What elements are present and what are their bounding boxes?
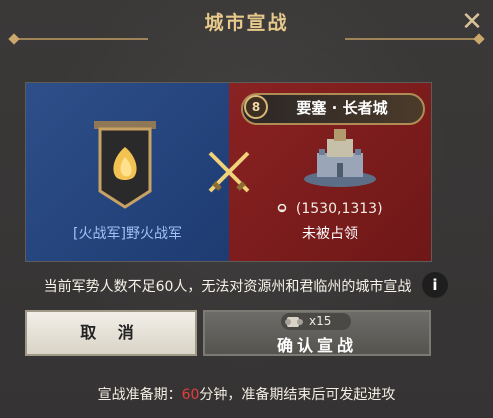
cost-pill: x15 [281,313,351,330]
battle-matchup: [火战军]野火战军 8 要塞 · 长者城 (1530,1313) 未被占领 [25,82,432,262]
declare-war-dialog: 城市宣战 ✕ [火战军]野火战军 8 要塞 · 长者城 (1530,1313) … [0,0,493,418]
cost-amount: x15 [309,314,332,328]
footer-minutes: 60 [181,387,200,403]
coordinates-text: (1530,1313) [295,201,383,217]
close-icon[interactable]: ✕ [458,8,486,36]
city-name: 要塞 · 长者城 [296,99,388,117]
flame-banner-icon [94,121,156,209]
target-title-badge: 8 要塞 · 长者城 [241,93,425,125]
attacker-panel: [火战军]野火战军 [26,83,229,261]
city-level: 8 [244,95,268,119]
warning-notice: 当前军势人数不足60人，无法对资源州和君临州的城市宣战 [43,279,412,295]
cancel-button[interactable]: 取 消 [25,310,197,356]
preparation-period: 宣战准备期：60分钟，准备期结束后可发起进攻 [0,384,493,404]
dialog-title: 城市宣战 [204,12,289,34]
info-icon[interactable]: i [422,272,448,298]
occupation-status: 未被占领 [302,226,358,242]
confirm-declare-war-button[interactable]: x15 确认宣战 [203,310,431,356]
title-divider-right [345,38,475,40]
crossed-swords-icon [208,151,250,193]
footer-prefix: 宣战准备期： [97,387,182,403]
location-pin-icon [278,204,287,213]
confirm-label: 确认宣战 [276,336,357,355]
attacker-name: [火战军]野火战军 [73,226,182,242]
city-coordinates: (1530,1313) [229,201,431,217]
castle-icon [304,129,376,187]
footer-suffix: 分钟，准备期结束后可发起进攻 [199,387,396,403]
title-divider-left [18,38,148,40]
war-scroll-icon [285,317,303,327]
